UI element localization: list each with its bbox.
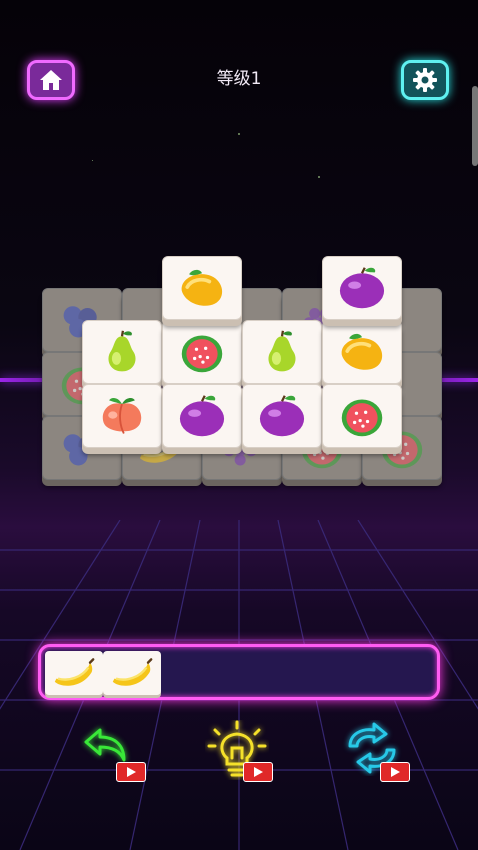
video-ad-icon (243, 762, 273, 782)
undo-button[interactable] (80, 720, 150, 784)
tile-plum[interactable] (322, 256, 402, 320)
tile-mango[interactable] (322, 320, 402, 384)
tile-pear[interactable] (82, 320, 162, 384)
tile-board (0, 0, 478, 520)
tile-pear[interactable] (242, 320, 322, 384)
hint-button[interactable] (205, 720, 275, 784)
tray-tile-banana (103, 651, 161, 695)
tile-guava[interactable] (322, 384, 402, 448)
tray-tile-banana (45, 651, 103, 695)
collection-tray (38, 644, 440, 700)
tile-mango[interactable] (162, 256, 242, 320)
tile-peach[interactable] (82, 384, 162, 448)
video-ad-icon (380, 762, 410, 782)
shuffle-button[interactable] (342, 720, 412, 784)
tile-plum[interactable] (242, 384, 322, 448)
video-ad-icon (116, 762, 146, 782)
tile-guava[interactable] (162, 320, 242, 384)
tile-plum[interactable] (162, 384, 242, 448)
